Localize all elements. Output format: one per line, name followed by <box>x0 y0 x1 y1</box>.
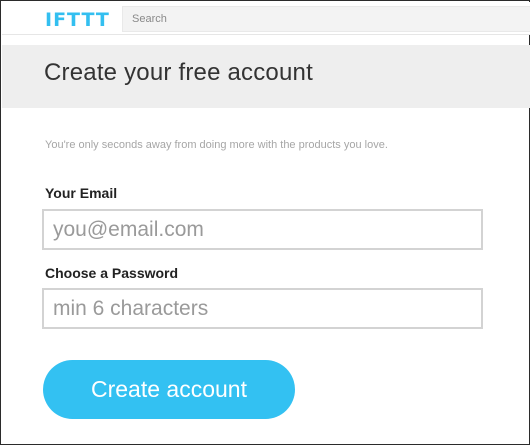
tagline: You're only seconds away from doing more… <box>45 139 388 151</box>
email-label: Your Email <box>45 185 118 201</box>
search-input[interactable] <box>123 7 530 31</box>
password-label: Choose a Password <box>45 265 179 281</box>
email-field[interactable] <box>44 211 481 248</box>
page-title: Create your free account <box>44 59 313 86</box>
ifttt-logo[interactable]: IFTTT <box>45 9 110 31</box>
password-field-box[interactable] <box>42 288 483 329</box>
create-account-button[interactable]: Create account <box>43 360 295 419</box>
title-band: Create your free account <box>2 45 530 108</box>
email-field-box[interactable] <box>42 209 483 250</box>
password-field[interactable] <box>44 290 481 327</box>
signup-page: IFTTT Create your free account You're on… <box>0 0 530 445</box>
search-box[interactable] <box>122 6 530 32</box>
top-bar: IFTTT <box>2 2 530 35</box>
